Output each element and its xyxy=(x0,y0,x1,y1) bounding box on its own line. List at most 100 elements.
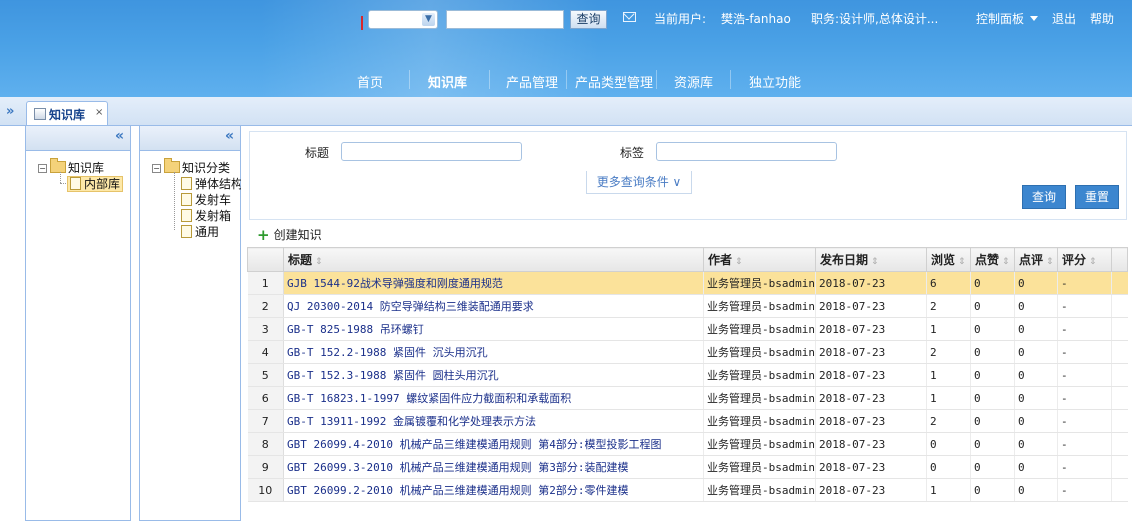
grid-header-comments[interactable]: 点评 ⇕ xyxy=(1014,247,1058,272)
folder-icon xyxy=(50,158,66,173)
nav-home[interactable]: 首页 xyxy=(357,72,383,91)
grid-header-score[interactable]: 评分 ⇕ xyxy=(1057,247,1112,272)
reset-button[interactable]: 重置 xyxy=(1075,185,1119,209)
tree-node-launch-box[interactable]: 发射箱 xyxy=(181,207,231,224)
table-row[interactable]: 6 GB-T 16823.1-1997 螺纹紧固件应力截面积和承载面积 业务管理员-… xyxy=(247,386,1128,410)
cell-comments: 0 xyxy=(1014,294,1058,318)
cell-date: 2018-07-23 xyxy=(815,478,927,502)
row-number: 6 xyxy=(247,386,284,410)
table-row[interactable]: 2 QJ 20300-2014 防空导弹结构三维装配通用要求 业务管理员-bsadm… xyxy=(247,294,1128,318)
plus-icon: + xyxy=(257,226,270,244)
title-filter-label: 标题 xyxy=(305,146,330,160)
tag-filter-input[interactable] xyxy=(656,142,837,161)
more-conditions-toggle[interactable]: 更多查询条件 ∨ xyxy=(586,171,692,194)
cell-score: - xyxy=(1057,271,1112,295)
table-row[interactable]: 1 GJB 1544-92战术导弹强度和刚度通用规范 业务管理员-bsadmin 20… xyxy=(247,271,1128,295)
cell-date: 2018-07-23 xyxy=(815,340,927,364)
cell-title[interactable]: GB-T 13911-1992 金属镀覆和化学处理表示方法 xyxy=(283,409,704,433)
table-row[interactable]: 10 GBT 26099.2-2010 机械产品三维建模通用规则 第2部分:零件建… xyxy=(247,478,1128,502)
title-filter-input[interactable] xyxy=(341,142,522,161)
cell-date: 2018-07-23 xyxy=(815,409,927,433)
cell-title[interactable]: GBT 26099.4-2010 机械产品三维建模通用规则 第4部分:模型投影工… xyxy=(283,432,704,456)
cell-title[interactable]: GJB 1544-92战术导弹强度和刚度通用规范 xyxy=(283,271,704,295)
cell-title[interactable]: GB-T 152.3-1988 紧固件 圆柱头用沉孔 xyxy=(283,363,704,387)
table-row[interactable]: 7 GB-T 13911-1992 金属镀覆和化学处理表示方法 业务管理员-bsad… xyxy=(247,409,1128,433)
tree-node-label: 知识库 xyxy=(68,161,105,175)
cell-likes: 0 xyxy=(970,386,1015,410)
cell-title[interactable]: QJ 20300-2014 防空导弹结构三维装配通用要求 xyxy=(283,294,704,318)
expand-sidebar-icon[interactable]: » xyxy=(6,104,14,119)
tree-node-missile-structure[interactable]: 弹体结构 xyxy=(181,175,241,192)
cell-likes: 0 xyxy=(970,409,1015,433)
document-icon xyxy=(181,193,192,206)
collapse-panel-icon[interactable]: « xyxy=(115,128,124,144)
tree-node-launch-vehicle[interactable]: 发射车 xyxy=(181,191,231,208)
chevron-down-icon[interactable]: ▼ xyxy=(422,13,435,26)
table-row[interactable]: 5 GB-T 152.3-1988 紧固件 圆柱头用沉孔 业务管理员-bsadmin… xyxy=(247,363,1128,387)
panel-header: « xyxy=(140,126,240,151)
cell-likes: 0 xyxy=(970,363,1015,387)
cell-title[interactable]: GB-T 152.2-1988 紧固件 沉头用沉孔 xyxy=(283,340,704,364)
cell-author: 业务管理员-bsadmin xyxy=(703,478,816,502)
cell-filler xyxy=(1111,294,1128,318)
cell-score: - xyxy=(1057,363,1112,387)
nav-knowledge[interactable]: 知识库 xyxy=(428,72,467,91)
nav-separator xyxy=(566,70,567,89)
tree-node-knowledge-root[interactable]: − 知识库 xyxy=(38,158,105,176)
grid-header-views[interactable]: 浏览 ⇕ xyxy=(926,247,971,272)
cell-title[interactable]: GB-T 825-1988 吊环螺钉 xyxy=(283,317,704,341)
logout-link[interactable]: 退出 xyxy=(1052,10,1076,27)
row-number: 2 xyxy=(247,294,284,318)
cell-score: - xyxy=(1057,340,1112,364)
grid-header-author[interactable]: 作者 ⇕ xyxy=(703,247,816,272)
caret-down-icon[interactable] xyxy=(1030,16,1038,21)
search-button[interactable]: 查询 xyxy=(570,10,607,29)
row-number: 4 xyxy=(247,340,284,364)
table-row[interactable]: 4 GB-T 152.2-1988 紧固件 沉头用沉孔 业务管理员-bsadmin 2… xyxy=(247,340,1128,364)
nav-separator xyxy=(730,70,731,89)
sort-icon: ⇕ xyxy=(1089,257,1097,267)
search-scope-select[interactable]: ▼ xyxy=(368,10,438,29)
tree-node-internal-library[interactable]: 内部库 xyxy=(67,175,124,192)
nav-standalone-functions[interactable]: 独立功能 xyxy=(749,72,801,91)
query-button[interactable]: 查询 xyxy=(1022,185,1066,209)
collapse-node-icon[interactable]: − xyxy=(38,164,47,173)
document-icon xyxy=(70,177,81,190)
collapse-panel-icon[interactable]: « xyxy=(225,128,234,144)
search-input[interactable] xyxy=(446,10,564,29)
current-user-label: 当前用户: xyxy=(654,12,707,26)
cell-score: - xyxy=(1057,478,1112,502)
category-children-clip: 弹体结构 发射车 发射箱 通用 xyxy=(175,168,241,248)
cell-filler xyxy=(1111,271,1128,295)
sort-icon: ⇕ xyxy=(315,257,323,267)
table-row[interactable]: 8 GBT 26099.4-2010 机械产品三维建模通用规则 第4部分:模型投影… xyxy=(247,432,1128,456)
cell-title[interactable]: GB-T 16823.1-1997 螺纹紧固件应力截面积和承载面积 xyxy=(283,386,704,410)
table-row[interactable]: 3 GB-T 825-1988 吊环螺钉 业务管理员-bsadmin 2018-07-… xyxy=(247,317,1128,341)
nav-resource-library[interactable]: 资源库 xyxy=(674,72,713,91)
nav-product-type-management[interactable]: 产品类型管理 xyxy=(575,72,653,91)
mail-icon[interactable] xyxy=(623,12,636,22)
grid-header-title[interactable]: 标题 ⇕ xyxy=(283,247,704,272)
cell-author: 业务管理员-bsadmin xyxy=(703,409,816,433)
collapse-node-icon[interactable]: − xyxy=(152,164,161,173)
table-row[interactable]: 9 GBT 26099.3-2010 机械产品三维建模通用规则 第3部分:装配建模… xyxy=(247,455,1128,479)
cell-likes: 0 xyxy=(970,294,1015,318)
grid-header-likes[interactable]: 点赞 ⇕ xyxy=(970,247,1015,272)
cell-date: 2018-07-23 xyxy=(815,317,927,341)
nav-product-management[interactable]: 产品管理 xyxy=(506,72,558,91)
grid-header-date[interactable]: 发布日期 ⇕ xyxy=(815,247,927,272)
cell-date: 2018-07-23 xyxy=(815,271,927,295)
cell-title[interactable]: GBT 26099.3-2010 机械产品三维建模通用规则 第3部分:装配建模 xyxy=(283,455,704,479)
nav-separator xyxy=(656,70,657,89)
tree-node-general[interactable]: 通用 xyxy=(181,223,219,240)
help-link[interactable]: 帮助 xyxy=(1090,10,1114,27)
create-knowledge-button[interactable]: + 创建知识 xyxy=(257,226,322,244)
close-icon[interactable]: × xyxy=(95,107,103,118)
control-panel-link[interactable]: 控制面板 xyxy=(976,10,1024,27)
knowledge-main: 标题 标签 更多查询条件 ∨ 查询 重置 + 创建知识 标题 ⇕ 作者 ⇕ 发布日期 ⇕… xyxy=(247,129,1128,521)
tree-node-label: 内部库 xyxy=(84,177,121,191)
cell-title[interactable]: GBT 26099.2-2010 机械产品三维建模通用规则 第2部分:零件建模 xyxy=(283,478,704,502)
nav-separator xyxy=(489,70,490,89)
tab-knowledge[interactable]: 知识库 × xyxy=(26,101,108,126)
tree-line xyxy=(60,183,66,184)
